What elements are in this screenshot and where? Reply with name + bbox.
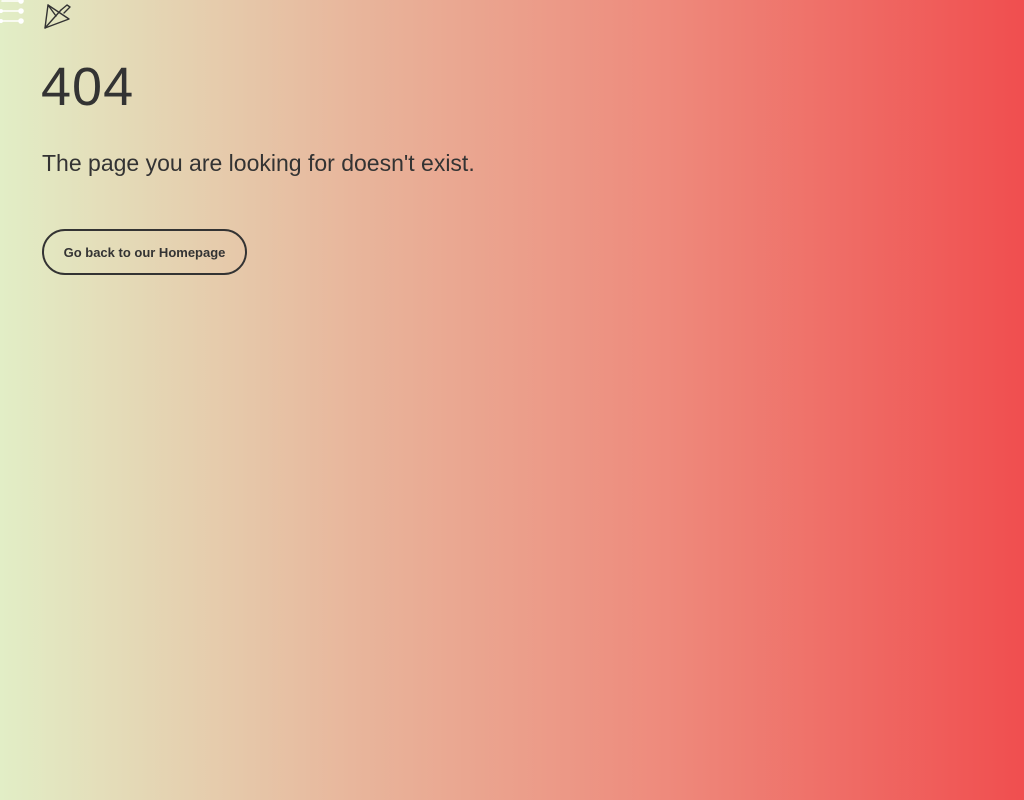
menu-dots-icon: [0, 0, 24, 24]
paper-bird-logo-icon: [44, 4, 71, 29]
logo[interactable]: [43, 1, 73, 31]
error-message: The page you are looking for doesn't exi…: [42, 150, 475, 176]
error-code: 404: [41, 57, 135, 117]
go-home-button[interactable]: Go back to our Homepage: [42, 229, 247, 275]
menu-icon[interactable]: [0, 0, 26, 26]
